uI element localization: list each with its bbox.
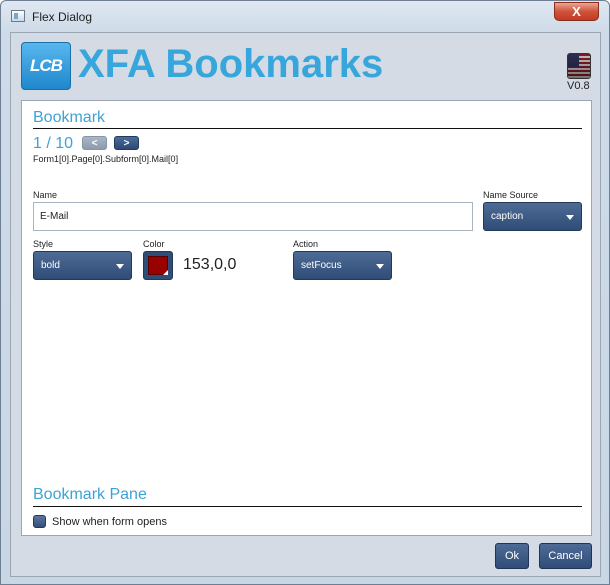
pane-section-title: Bookmark Pane xyxy=(33,486,147,503)
flag-icon[interactable] xyxy=(567,53,591,79)
style-label: Style xyxy=(33,239,54,249)
app-title: XFA Bookmarks xyxy=(78,42,384,86)
pane-section-divider xyxy=(33,506,582,507)
cancel-button[interactable]: Cancel xyxy=(539,543,592,569)
chevron-down-icon xyxy=(376,264,384,269)
previous-bookmark-button[interactable]: < xyxy=(82,136,107,150)
name-source-value: caption xyxy=(491,211,524,222)
show-when-opens-checkbox[interactable] xyxy=(33,515,46,528)
picker-corner-icon xyxy=(163,270,168,275)
show-when-opens-label: Show when form opens xyxy=(52,516,167,528)
name-source-dropdown[interactable]: caption xyxy=(483,202,582,231)
color-label: Color xyxy=(143,239,165,249)
chevron-down-icon xyxy=(566,215,574,220)
action-value: setFocus xyxy=(301,260,342,271)
title-bar[interactable]: Flex Dialog X xyxy=(1,1,609,31)
dialog-window: Flex Dialog X LCB XFA Bookmarks V0.8 Boo… xyxy=(0,0,610,585)
name-label: Name xyxy=(33,190,58,200)
lcb-logo: LCB xyxy=(21,42,71,90)
bookmark-section-title: Bookmark xyxy=(33,109,106,126)
action-label: Action xyxy=(293,239,319,249)
color-value: 153,0,0 xyxy=(183,256,237,273)
main-panel: Bookmark 1 / 10 < > Form1[0].Page[0].Sub… xyxy=(21,100,592,536)
som-path: Form1[0].Page[0].Subform[0].Mail[0] xyxy=(33,154,179,164)
style-dropdown[interactable]: bold xyxy=(33,251,132,280)
window-icon xyxy=(11,10,25,22)
bookmark-section-divider xyxy=(33,128,582,129)
color-picker[interactable] xyxy=(143,251,173,280)
next-bookmark-button[interactable]: > xyxy=(114,136,139,150)
chevron-down-icon xyxy=(116,264,124,269)
name-source-label: Name Source xyxy=(483,190,539,200)
logo-text: LCB xyxy=(30,56,63,75)
close-button[interactable]: X xyxy=(554,2,599,21)
ok-button[interactable]: Ok xyxy=(495,543,529,569)
dialog-content: LCB XFA Bookmarks V0.8 Bookmark 1 / 10 <… xyxy=(10,32,601,577)
style-value: bold xyxy=(41,260,60,271)
bookmark-pager: 1 / 10 xyxy=(33,135,74,152)
app-header: LCB XFA Bookmarks V0.8 xyxy=(11,33,600,99)
action-dropdown[interactable]: setFocus xyxy=(293,251,392,280)
name-input[interactable] xyxy=(33,202,473,231)
window-title: Flex Dialog xyxy=(32,10,93,24)
version-label: V0.8 xyxy=(567,80,590,92)
